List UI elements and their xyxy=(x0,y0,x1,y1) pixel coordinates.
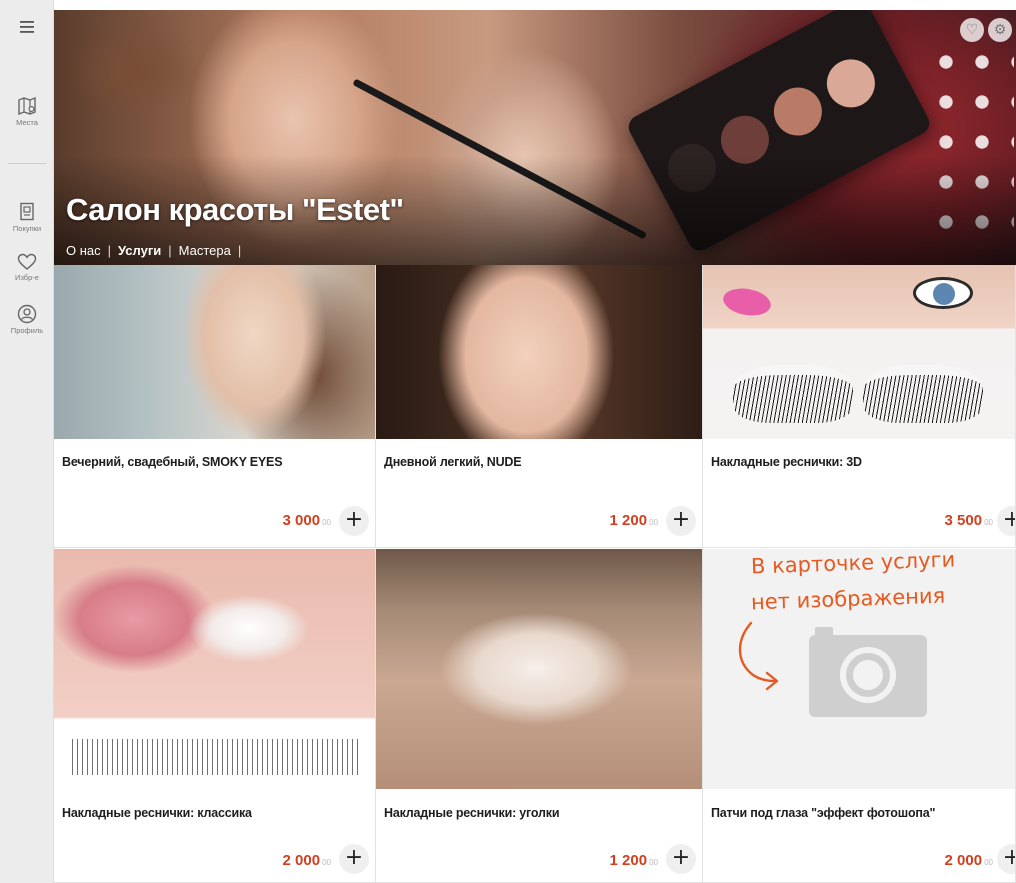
price-value: 1 200 xyxy=(609,852,648,869)
add-button[interactable]: + xyxy=(666,844,696,874)
add-button[interactable]: + xyxy=(997,844,1015,874)
tab-about[interactable]: О нас xyxy=(66,243,101,261)
service-card[interactable]: В карточке услуги нет изображения Патчи … xyxy=(703,549,1016,883)
service-image xyxy=(54,265,375,439)
tab-separator: | xyxy=(107,243,112,258)
price-value: 1 200 xyxy=(609,512,648,529)
services-grid: Вечерний, свадебный, SMOKY EYES 3 000 00 … xyxy=(54,265,1016,883)
service-price: 1 200 00 xyxy=(610,512,658,529)
hero-banner: Салон красоты "Estet" О нас | Услуги | Масте… xyxy=(54,10,1016,265)
service-title: Накладные реснички: уголки xyxy=(384,806,560,820)
price-cents: 00 xyxy=(322,518,331,527)
section-tabs: О нас | Услуги | Мастера | xyxy=(66,243,248,261)
page-title: Салон красоты "Estet" xyxy=(66,192,404,227)
price-value: 2 000 xyxy=(944,852,983,869)
service-price: 3 000 00 xyxy=(283,512,331,529)
tab-masters[interactable]: Мастера xyxy=(179,243,231,261)
service-card[interactable]: Накладные реснички: 3D 3 50000 + xyxy=(703,265,1016,548)
sidebar-item-label: Места xyxy=(16,118,38,127)
annotation-arrow xyxy=(738,621,779,691)
price-value: 3 000 xyxy=(282,512,321,529)
service-price: 1 200 00 xyxy=(610,852,658,869)
price-cents: 00 xyxy=(984,858,993,867)
service-title: Дневной легкий, NUDE xyxy=(384,455,522,469)
service-title: Накладные реснички: 3D xyxy=(711,455,862,469)
tab-separator: | xyxy=(168,243,172,258)
lash-strip-left xyxy=(733,365,853,423)
price-cents: 00 xyxy=(649,858,658,867)
service-image xyxy=(376,265,702,439)
sidebar: Места Покупки Избр-е Профиль xyxy=(0,0,54,883)
sidebar-item-purchases[interactable]: Покупки xyxy=(0,202,54,233)
sidebar-item-label: Профиль xyxy=(10,326,44,335)
price-cents: 00 xyxy=(322,858,331,867)
service-price: 2 000 00 xyxy=(945,852,993,869)
menu-button[interactable] xyxy=(0,20,54,34)
service-image xyxy=(703,265,1015,439)
sidebar-divider xyxy=(8,163,46,164)
sidebar-item-profile[interactable]: Профиль xyxy=(0,304,54,335)
tab-services[interactable]: Услуги xyxy=(118,243,161,261)
service-image-placeholder xyxy=(703,549,1015,789)
service-title: Вечерний, свадебный, SMOKY EYES xyxy=(62,455,283,469)
price-cents: 00 xyxy=(649,518,658,527)
lash-strip-image xyxy=(72,739,362,775)
service-image xyxy=(376,549,702,789)
service-card[interactable]: Вечерний, свадебный, SMOKY EYES 3 000 00 … xyxy=(54,265,376,548)
hero-actions: ♡ ⚙ xyxy=(956,18,1012,42)
iris-shape xyxy=(933,283,955,305)
service-card[interactable]: Накладные реснички: классика 2 000 00 + xyxy=(54,549,376,883)
heart-icon xyxy=(17,253,37,270)
service-title: Накладные реснички: классика xyxy=(62,806,252,820)
price-value: 2 000 xyxy=(282,852,321,869)
service-card[interactable]: Дневной легкий, NUDE 1 200 00 + xyxy=(376,265,703,548)
pink-nail-shape xyxy=(721,285,773,319)
service-title: Патчи под глаза "эффект фотошопа" xyxy=(711,806,936,820)
price-value: 3 500 xyxy=(944,512,983,529)
add-button[interactable]: + xyxy=(339,844,369,874)
service-price: 2 000 00 xyxy=(283,852,331,869)
hamburger-icon xyxy=(20,21,34,33)
user-icon xyxy=(17,304,37,324)
add-button[interactable]: + xyxy=(339,506,369,536)
tab-separator: | xyxy=(237,243,242,258)
favorite-heart-icon[interactable]: ♡ xyxy=(960,18,984,42)
map-icon xyxy=(18,96,36,116)
receipt-icon xyxy=(20,202,34,221)
lash-strip-right xyxy=(863,365,983,423)
gear-icon[interactable]: ⚙ xyxy=(988,18,1012,42)
service-price: 3 500 00 xyxy=(945,512,993,529)
camera-icon xyxy=(809,627,927,717)
sidebar-item-favorites[interactable]: Избр-е xyxy=(0,253,54,282)
price-cents: 00 xyxy=(984,518,993,527)
add-button[interactable]: + xyxy=(997,506,1015,536)
service-card[interactable]: Накладные реснички: уголки 1 200 00 + xyxy=(376,549,703,883)
sidebar-item-label: Покупки xyxy=(12,224,42,233)
add-button[interactable]: + xyxy=(666,506,696,536)
service-image xyxy=(54,549,375,789)
sidebar-item-places[interactable]: Места xyxy=(0,96,54,127)
sidebar-item-label: Избр-е xyxy=(15,273,39,282)
